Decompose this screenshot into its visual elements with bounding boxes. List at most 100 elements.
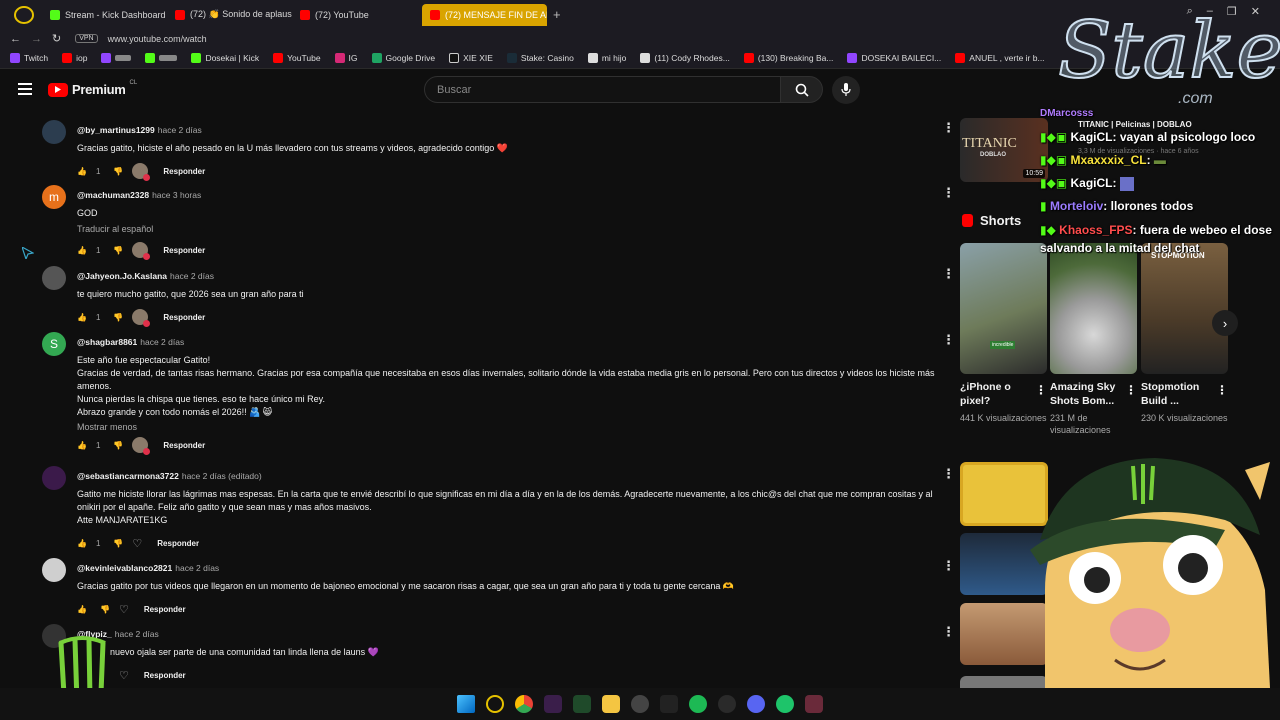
avatar[interactable] — [42, 120, 66, 144]
search-button[interactable] — [781, 76, 823, 103]
heart-icon[interactable]: ♡ — [119, 603, 129, 616]
app-icon[interactable] — [805, 695, 823, 713]
discord-icon[interactable] — [747, 695, 765, 713]
comment-time[interactable]: hace 2 días — [158, 125, 202, 135]
app-icon[interactable] — [573, 695, 591, 713]
more-options-icon[interactable]: ⋮ — [942, 185, 955, 201]
more-options-icon[interactable]: ⋮ — [942, 466, 955, 482]
bookmark-stake[interactable]: Stake: Casino — [506, 53, 574, 63]
bookmark-iop[interactable]: iop — [62, 53, 87, 63]
reply-button[interactable]: Responder — [163, 441, 205, 450]
opera-gx-icon[interactable] — [486, 695, 504, 713]
avatar[interactable]: m — [42, 185, 66, 209]
logitech-icon[interactable] — [660, 695, 678, 713]
bookmark-anuel[interactable]: ANUEL , verte ir b... — [955, 53, 1045, 63]
windows-start-icon[interactable] — [457, 695, 475, 713]
avatar[interactable] — [42, 466, 66, 490]
short-thumbnail[interactable]: incredible — [960, 243, 1047, 374]
youtube-premium-logo[interactable]: Premium CL — [48, 80, 137, 97]
more-options-icon[interactable]: ⋮ — [1216, 383, 1228, 397]
more-options-icon[interactable]: ⋮ — [942, 120, 955, 136]
dislike-icon[interactable]: 👎 — [113, 313, 123, 322]
dislike-icon[interactable]: 👎 — [113, 539, 123, 548]
like-icon[interactable]: 👍 — [77, 167, 87, 176]
comment-time[interactable]: hace 2 días — [140, 337, 184, 347]
translate-link[interactable]: Traducir al español — [77, 224, 947, 234]
like-icon[interactable]: 👍 — [77, 539, 87, 548]
bookmark-twitch-2[interactable] — [101, 53, 132, 63]
tab-aplauso[interactable]: (72) 👏 Sonido de aplauso — [167, 4, 292, 26]
reply-button[interactable]: Responder — [163, 167, 205, 176]
more-options-icon[interactable]: ⋮ — [942, 624, 955, 640]
short-thumbnail[interactable] — [1050, 243, 1137, 374]
sidebar-video-titanic[interactable]: TITANIC DOBLAO 10:59 — [960, 118, 1048, 182]
more-options-icon[interactable]: ⋮ — [1035, 383, 1047, 397]
sidebar-video-title[interactable]: TITANIC | Pelicinas | DOBLAO — [1078, 120, 1192, 129]
short-card[interactable]: STOPMOTION Stopmotion Build ... 230 K vi… — [1141, 243, 1228, 424]
more-options-icon[interactable]: ⋮ — [942, 558, 955, 574]
opera-logo-icon[interactable] — [6, 4, 42, 26]
bookmark-cody-rhodes[interactable]: (11) Cody Rhodes... — [640, 53, 730, 63]
vpn-badge[interactable]: VPN — [75, 34, 98, 43]
bookmark-breaking-bad[interactable]: (130) Breaking Ba... — [743, 53, 833, 63]
file-explorer-icon[interactable] — [602, 695, 620, 713]
short-title[interactable]: Amazing Sky Shots Bom... — [1050, 380, 1125, 408]
bookmark-ig[interactable]: IG — [334, 53, 358, 63]
bookmark-mi-hijo[interactable]: mi hijo — [587, 53, 626, 63]
steam-icon[interactable] — [718, 695, 736, 713]
new-tab-button[interactable]: + — [553, 7, 561, 22]
chrome-icon[interactable] — [515, 695, 533, 713]
comment-time[interactable]: hace 2 días — [115, 629, 159, 639]
tab-youtube[interactable]: (72) YouTube — [292, 4, 417, 26]
tab-kick-dashboard[interactable]: Stream - Kick Dashboard — [42, 4, 167, 26]
dislike-icon[interactable]: 👎 — [113, 246, 123, 255]
bookmark-kick[interactable] — [145, 53, 178, 63]
heart-icon[interactable]: ♡ — [119, 669, 129, 682]
show-less-link[interactable]: Mostrar menos — [77, 422, 947, 432]
app-icon[interactable] — [544, 695, 562, 713]
bookmark-youtube[interactable]: YouTube — [273, 53, 321, 63]
like-icon[interactable]: 👍 — [77, 605, 87, 614]
like-icon[interactable]: 👍 — [77, 246, 87, 255]
bookmark-twitch[interactable]: Twitch — [10, 53, 48, 63]
avatar[interactable] — [42, 558, 66, 582]
like-icon[interactable]: 👍 — [77, 441, 87, 450]
reply-button[interactable]: Responder — [144, 671, 186, 680]
app-icon[interactable] — [631, 695, 649, 713]
spotify-icon[interactable] — [689, 695, 707, 713]
reload-icon[interactable]: ↻ — [52, 32, 61, 45]
more-options-icon[interactable]: ⋮ — [942, 266, 955, 282]
reply-button[interactable]: Responder — [144, 605, 186, 614]
comment-author[interactable]: @Jahyeon.Jo.Kaslana — [77, 271, 167, 281]
short-card[interactable]: incredible ¿iPhone o pixel? 441 K visual… — [960, 243, 1047, 424]
app-icon[interactable] — [776, 695, 794, 713]
short-thumbnail[interactable]: STOPMOTION — [1141, 243, 1228, 374]
more-options-icon[interactable]: ⋮ — [942, 332, 955, 348]
reply-button[interactable]: Responder — [157, 539, 199, 548]
dislike-icon[interactable]: 👎 — [113, 441, 123, 450]
comment-time[interactable]: hace 2 días — [175, 563, 219, 573]
heart-icon[interactable]: ♡ — [132, 537, 142, 550]
avatar[interactable] — [42, 266, 66, 290]
shorts-next-button[interactable]: › — [1212, 310, 1238, 336]
tab-mensaje-fin[interactable]: (72) MENSAJE FIN DE AÑ — [422, 3, 547, 26]
comment-author[interactable]: @by_martinus1299 — [77, 125, 155, 135]
short-title[interactable]: Stopmotion Build ... — [1141, 380, 1216, 408]
bookmark-google-drive[interactable]: Google Drive — [371, 53, 435, 63]
avatar[interactable]: S — [42, 332, 66, 356]
dislike-icon[interactable]: 👎 — [113, 167, 123, 176]
comment-author[interactable]: @shagbar8861 — [77, 337, 137, 347]
more-options-icon[interactable]: ⋮ — [1125, 383, 1137, 397]
short-card[interactable]: Amazing Sky Shots Bom... 231 M de visual… — [1050, 243, 1137, 436]
bookmark-dosekai-kick[interactable]: Dosekai | Kick — [191, 53, 259, 63]
url-field[interactable]: www.youtube.com/watch — [108, 34, 207, 44]
hamburger-menu-icon[interactable] — [18, 83, 32, 95]
comment-time[interactable]: hace 2 días (editado) — [182, 471, 262, 481]
reply-button[interactable]: Responder — [163, 313, 205, 322]
back-icon[interactable]: ← — [10, 33, 21, 45]
comment-time[interactable]: hace 3 horas — [152, 190, 201, 200]
comment-time[interactable]: hace 2 días — [170, 271, 214, 281]
dislike-icon[interactable]: 👎 — [100, 605, 110, 614]
voice-search-button[interactable] — [832, 76, 860, 104]
bookmark-dosekai-baileci[interactable]: DOSEKAI BAILECI... — [847, 53, 941, 63]
